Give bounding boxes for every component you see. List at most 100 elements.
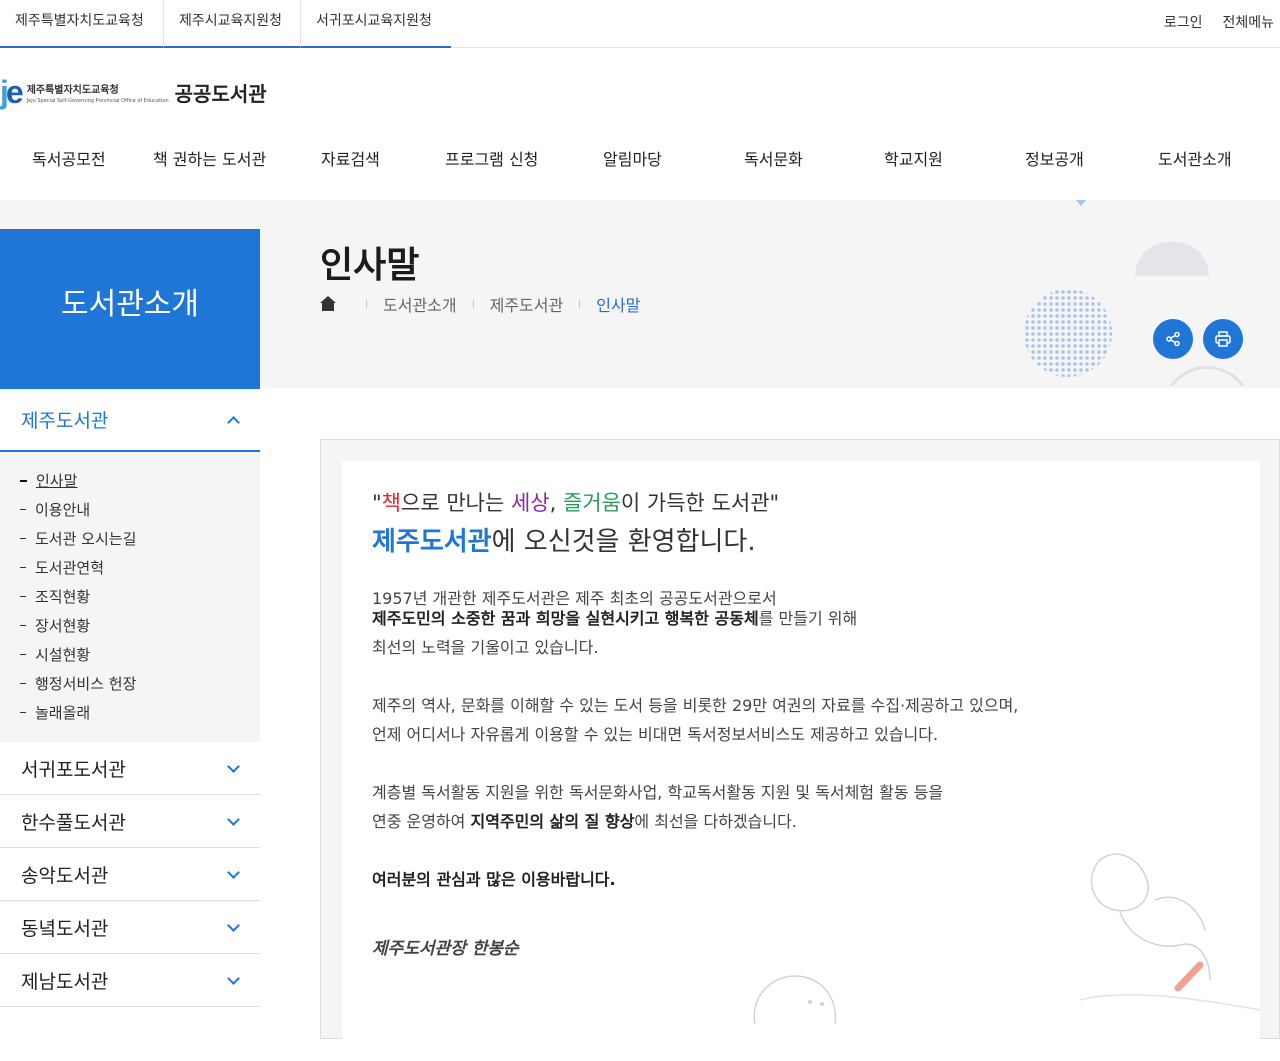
side-nav-library-label: 한수풀도서관 xyxy=(21,811,126,834)
print-button[interactable] xyxy=(1203,319,1243,359)
side-nav-library-label: 제남도서관 xyxy=(21,970,109,993)
chevron-down-icon xyxy=(227,918,240,932)
side-nav-library-songak[interactable]: 송악도서관 xyxy=(0,848,260,901)
closing-text: 여러분의 관심과 많은 이용바랍니다. xyxy=(372,870,616,889)
logo-korean: 제주특별자치도교육청 xyxy=(26,84,119,96)
paragraph-line: 제주의 역사, 문화를 이해할 수 있는 도서 등을 비롯한 29만 여권의 자… xyxy=(372,696,1019,715)
gnb-item-reading-culture[interactable]: 독서문화 xyxy=(744,146,803,170)
active-menu-marker xyxy=(1076,200,1086,206)
section-title: 도서관소개 xyxy=(0,229,260,389)
site-links: 제주특별자치도교육청 제주시교육지원청 서귀포시교육지원청 xyxy=(0,0,451,48)
chevron-down-icon xyxy=(227,812,240,826)
gnb-item-recommend-library[interactable]: 책 권하는 도서관 xyxy=(153,146,266,170)
logo-text: 제주특별자치도교육청 Jeju Special Self-Governing P… xyxy=(27,81,169,104)
all-menu-link[interactable]: 전체메뉴 xyxy=(1222,12,1274,32)
main-navigation: 독서공모전 책 권하는 도서관 자료검색 프로그램 신청 알림마당 독서문화 학… xyxy=(0,146,1280,170)
slogan-highlight-joy: 즐거움 xyxy=(562,491,621,515)
side-nav-item-history[interactable]: 도서관연혁 xyxy=(0,553,260,582)
welcome-library-name: 제주도서관 xyxy=(372,527,492,557)
slogan-text: 이 가득한 도서관" xyxy=(620,491,780,515)
side-nav-item-organization[interactable]: 조직현황 xyxy=(0,582,260,611)
side-navigation: 제주도서관 인사말 이용안내 도서관 오시는길 도서관연혁 조직현황 장서현황 … xyxy=(0,389,260,1007)
logo-brand: 공공도서관 xyxy=(174,81,267,106)
paragraph-line: 1957년 개관한 제주도서관은 제주 최초의 공공도서관으로서 xyxy=(372,589,777,608)
paragraph-bold: 제주도민의 소중한 꿈과 희망을 실현시키고 행복한 공동체 xyxy=(372,609,759,628)
side-nav-library-label: 서귀포도서관 xyxy=(21,758,126,781)
gnb-item-about[interactable]: 도서관소개 xyxy=(1158,146,1232,170)
paragraph-line: 연중 운영하여 지역주민의 삶의 질 향상에 최선을 다하겠습니다. xyxy=(372,807,943,836)
breadcrumb-separator xyxy=(366,299,367,309)
greeting-paragraph-1-end: 최선의 노력을 기울이고 있습니다. xyxy=(372,638,599,657)
breadcrumb-item[interactable]: 제주도서관 xyxy=(490,292,564,316)
paragraph-text: 를 만들기 위해 xyxy=(758,609,858,628)
gnb-item-program[interactable]: 프로그램 신청 xyxy=(445,146,538,170)
side-nav-library-hansupul[interactable]: 한수풀도서관 xyxy=(0,795,260,848)
paragraph-bold: 지역주민의 삶의 질 향상 xyxy=(470,812,635,831)
page-title: 인사말 xyxy=(320,245,420,286)
side-nav-item-directions[interactable]: 도서관 오시는길 xyxy=(0,524,260,553)
breadcrumb-item[interactable]: 도서관소개 xyxy=(383,292,457,316)
greeting-slogan: "책으로 만나는 세상, 즐거움이 가득한 도서관" xyxy=(372,487,779,517)
paragraph-line: 계층별 독서활동 지원을 위한 독서문화사업, 학교독서활동 지원 및 독서체험… xyxy=(372,783,944,802)
side-nav-item-collection[interactable]: 장서현황 xyxy=(0,611,260,640)
chevron-up-icon xyxy=(227,416,240,429)
side-nav-item-facilities[interactable]: 시설현황 xyxy=(0,640,260,669)
side-nav-submenu: 인사말 이용안내 도서관 오시는길 도서관연혁 조직현황 장서현황 시설현황 행… xyxy=(0,452,260,742)
side-nav-library-seogwipo[interactable]: 서귀포도서관 xyxy=(0,742,260,795)
logo-mark: je xyxy=(0,74,24,110)
chevron-down-icon xyxy=(227,865,240,879)
share-icon xyxy=(1166,331,1180,347)
print-icon xyxy=(1215,331,1231,347)
side-nav-library-dongnyeok[interactable]: 동녘도서관 xyxy=(0,901,260,954)
greeting-welcome: 제주도서관에 오신것을 환영합니다. xyxy=(372,521,756,558)
share-button[interactable] xyxy=(1153,319,1193,359)
side-nav-current-label: 제주도서관 xyxy=(21,410,109,432)
login-link[interactable]: 로그인 xyxy=(1164,12,1203,32)
breadcrumb-current[interactable]: 인사말 xyxy=(596,292,640,316)
side-nav-current-library[interactable]: 제주도서관 xyxy=(0,389,260,452)
slogan-highlight-world: 세상 xyxy=(510,491,550,515)
welcome-text: 에 오신것을 환영합니다. xyxy=(491,527,756,557)
utility-links: 로그인 전체메뉴 xyxy=(1164,12,1274,32)
logo-english: Jeju Special Self-Governing Provincial O… xyxy=(26,97,169,104)
chevron-down-icon xyxy=(227,971,240,985)
gnb-item-disclosure[interactable]: 정보공개 xyxy=(1025,146,1084,170)
slogan-text: " xyxy=(372,491,382,515)
gnb-item-notice[interactable]: 알림마당 xyxy=(603,146,662,170)
side-nav-library-label: 송악도서관 xyxy=(21,864,109,887)
greeting-paragraph-1: 1957년 개관한 제주도서관은 제주 최초의 공공도서관으로서 제주도민의 소… xyxy=(372,589,857,629)
side-nav-item-nollaeollae[interactable]: 놀래올래 xyxy=(0,698,260,727)
breadcrumb-separator xyxy=(472,299,474,309)
home-icon[interactable] xyxy=(320,296,336,312)
greeting-paragraph-2: 제주의 역사, 문화를 이해할 수 있는 도서 등을 비롯한 29만 여권의 자… xyxy=(372,691,1018,749)
reading-person-illustration xyxy=(1079,853,1261,1011)
breadcrumb-separator xyxy=(579,299,581,309)
gnb-item-search[interactable]: 자료검색 xyxy=(321,146,380,170)
top-utility-bar: 제주특별자치도교육청 제주시교육지원청 서귀포시교육지원청 로그인 전체메뉴 xyxy=(0,0,1280,48)
decorative-dot-circle xyxy=(1024,289,1112,377)
child-illustration xyxy=(753,975,836,1024)
breadcrumb: 도서관소개 제주도서관 인사말 xyxy=(320,292,640,316)
side-nav-library-jenam[interactable]: 제남도서관 xyxy=(0,954,260,1007)
chevron-down-icon xyxy=(227,759,240,773)
side-nav-item-guide[interactable]: 이용안내 xyxy=(0,495,260,524)
slogan-text: , xyxy=(549,491,563,515)
gnb-item-school-support[interactable]: 학교지원 xyxy=(884,146,943,170)
side-nav-item-service-charter[interactable]: 행정서비스 헌장 xyxy=(0,669,260,698)
greeting-paragraph-3: 계층별 독서활동 지원을 위한 독서문화사업, 학교독서활동 지원 및 독서체험… xyxy=(372,778,943,836)
site-link-seogwipo-office[interactable]: 서귀포시교육지원청 xyxy=(301,0,451,48)
paragraph-line: 제주도민의 소중한 꿈과 희망을 실현시키고 행복한 공동체를 만들기 위해 xyxy=(372,609,857,629)
gnb-item-reading-contest[interactable]: 독서공모전 xyxy=(32,146,106,170)
paragraph-line: 언제 어디서나 자유롭게 이용할 수 있는 비대면 독서정보서비스도 제공하고 … xyxy=(372,725,939,744)
greeting-closing: 여러분의 관심과 많은 이용바랍니다. xyxy=(372,865,616,894)
paragraph-text: 에 최선을 다하겠습니다. xyxy=(634,812,797,831)
site-link-provincial-office[interactable]: 제주특별자치도교육청 xyxy=(0,0,164,48)
site-logo[interactable]: je 제주특별자치도교육청 Jeju Special Self-Governin… xyxy=(0,76,267,108)
slogan-highlight-book: 책 xyxy=(381,491,401,515)
side-nav-library-label: 동녘도서관 xyxy=(21,917,109,940)
side-nav-item-greeting[interactable]: 인사말 xyxy=(0,466,260,495)
paragraph-text: 연중 운영하여 xyxy=(372,812,471,831)
slogan-text: 으로 만나는 xyxy=(401,491,511,515)
greeting-signature: 제주도서관장 한봉순 xyxy=(372,939,519,959)
site-link-jeju-city-office[interactable]: 제주시교육지원청 xyxy=(164,0,301,48)
